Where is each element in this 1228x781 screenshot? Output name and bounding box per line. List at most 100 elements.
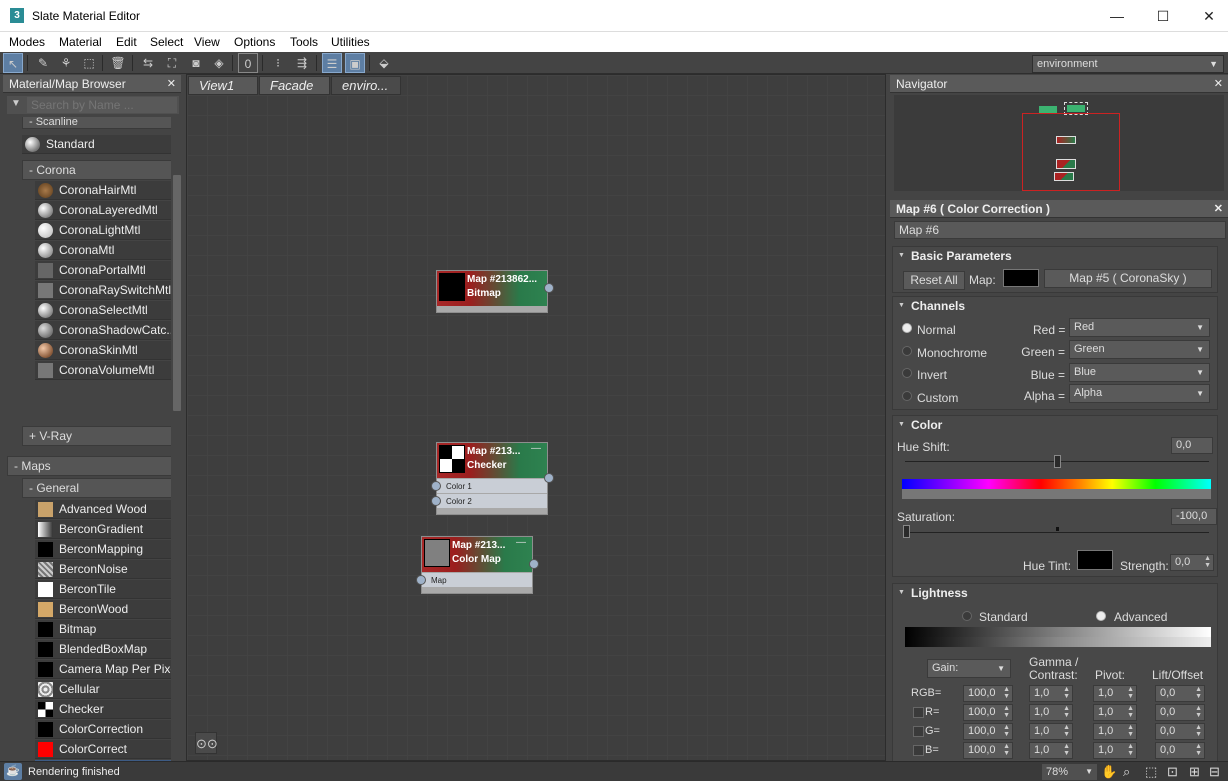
menu-tools[interactable]: Tools <box>290 35 318 49</box>
minimize-node-icon[interactable]: — <box>516 537 526 548</box>
list-item[interactable]: CoronaLightMtl <box>35 221 171 240</box>
list-item[interactable]: BerconGradient <box>35 520 171 539</box>
node-view-canvas[interactable]: View1 Facade enviro... Map #213862... Bi… <box>186 74 886 761</box>
spinner-icon[interactable]: ▲ ▼ <box>1063 724 1070 738</box>
select-tool-icon[interactable]: ↖ <box>3 53 23 73</box>
saturation-input[interactable]: -100,0 <box>1171 508 1217 525</box>
lightness-value-input[interactable]: 1,0 ▲ ▼ <box>1029 685 1073 702</box>
list-item[interactable]: CoronaPortalMtl <box>35 261 171 280</box>
close-button[interactable]: ✕ <box>1186 0 1228 32</box>
lightness-value-input[interactable]: 1,0 ▲ ▼ <box>1093 685 1137 702</box>
input-port[interactable] <box>416 575 426 585</box>
delete-icon[interactable]: 🗑 <box>108 53 128 73</box>
spinner-icon[interactable]: ▲ ▼ <box>1127 743 1134 757</box>
lightness-value-input[interactable]: 1,0 ▲ ▼ <box>1029 742 1073 759</box>
zoom-selected-icon[interactable]: ⊞ <box>1189 764 1200 780</box>
maximize-button[interactable]: ☐ <box>1140 0 1186 32</box>
green-channel-dropdown[interactable]: Green ▼ <box>1069 340 1210 359</box>
lightness-value-input[interactable]: 0,0 ▲ ▼ <box>1155 704 1205 721</box>
lightness-value-input[interactable]: 1,0 ▲ ▼ <box>1093 704 1137 721</box>
assign-material-icon[interactable]: ⬚ <box>79 53 99 73</box>
list-item[interactable]: ColorCorrection <box>35 720 171 739</box>
group-maps[interactable]: - Maps <box>7 456 171 476</box>
material-browser-toggle-icon[interactable]: ☰ <box>322 53 342 73</box>
menu-options[interactable]: Options <box>234 35 275 49</box>
alpha-channel-dropdown[interactable]: Alpha ▼ <box>1069 384 1210 403</box>
close-icon[interactable]: ✕ <box>1214 75 1223 93</box>
close-icon[interactable]: ✕ <box>167 75 176 93</box>
move-children-icon[interactable]: ⇆ <box>138 53 158 73</box>
tab-view1[interactable]: View1 <box>188 76 258 95</box>
list-item[interactable]: Cellular <box>35 680 171 699</box>
navigator-view[interactable] <box>894 95 1224 191</box>
fit-view-icon[interactable]: ⊟ <box>1209 764 1220 780</box>
list-item[interactable]: BerconWood <box>35 600 171 619</box>
spinner-icon[interactable]: ▲ ▼ <box>1063 743 1070 757</box>
lightness-value-input[interactable]: 0,0 ▲ ▼ <box>1155 742 1205 759</box>
list-item[interactable]: BerconMapping <box>35 540 171 559</box>
list-item[interactable]: CoronaVolumeMtl <box>35 361 171 380</box>
lightness-value-input[interactable]: 1,0 ▲ ▼ <box>1093 742 1137 759</box>
strength-input[interactable]: 0,0 ▲ ▼ <box>1170 554 1214 571</box>
list-item[interactable]: CoronaLayeredMtl <box>35 201 171 220</box>
list-item[interactable]: CoronaHairMtl <box>35 181 171 200</box>
tab-facade[interactable]: Facade <box>259 76 330 95</box>
browser-scrollbar[interactable] <box>173 175 181 411</box>
channel-checkbox[interactable] <box>913 726 924 737</box>
browser-list[interactable]: - Scanline Standard - Corona CoronaHairM… <box>3 117 171 761</box>
input-port[interactable] <box>431 481 441 491</box>
map-slot-button[interactable]: Map #5 ( CoronaSky ) <box>1044 269 1212 288</box>
node-header[interactable]: Map #213... Color Map — <box>422 537 532 572</box>
reset-all-button[interactable]: Reset All <box>903 271 965 290</box>
lightness-value-input[interactable]: 0,0 ▲ ▼ <box>1155 685 1205 702</box>
lightness-value-input[interactable]: 100,0 ▲ ▼ <box>963 704 1013 721</box>
spinner-icon[interactable]: ▲ ▼ <box>1003 705 1010 719</box>
list-item[interactable]: CoronaMtl <box>35 241 171 260</box>
spinner-icon[interactable]: ▲ ▼ <box>1127 705 1134 719</box>
list-item[interactable]: ColorCorrect <box>35 740 171 759</box>
color-swatch[interactable] <box>1003 269 1039 287</box>
pan-hand-icon[interactable]: ✋ <box>1101 764 1117 780</box>
input-port[interactable] <box>431 496 441 506</box>
output-port[interactable] <box>544 473 554 483</box>
group-vray[interactable]: + V-Ray <box>22 426 171 446</box>
channel-checkbox[interactable] <box>913 745 924 756</box>
list-item[interactable]: CoronaSelectMtl <box>35 301 171 320</box>
render-teapot-icon[interactable]: ☕ <box>4 763 22 780</box>
saturation-slider-thumb[interactable] <box>903 525 910 538</box>
parameter-editor-toggle-icon[interactable]: ▣ <box>345 53 365 73</box>
hide-unused-slots-icon[interactable]: ⛶ <box>162 53 182 73</box>
menu-select[interactable]: Select <box>150 35 183 49</box>
select-by-material-icon[interactable]: ⬙ <box>374 53 394 73</box>
list-item[interactable]: CoronaSkinMtl <box>35 341 171 360</box>
spinner-icon[interactable]: ▲ ▼ <box>1127 686 1134 700</box>
menu-edit[interactable]: Edit <box>116 35 137 49</box>
list-item[interactable]: Standard <box>22 135 171 154</box>
lightness-value-input[interactable]: 1,0 ▲ ▼ <box>1029 704 1073 721</box>
zoom-icon[interactable]: ⌕ <box>1123 764 1130 780</box>
spinner-icon[interactable]: ▲ ▼ <box>1127 724 1134 738</box>
menu-utilities[interactable]: Utilities <box>331 35 370 49</box>
lightness-value-input[interactable]: 0,0 ▲ ▼ <box>1155 723 1205 740</box>
hue-slider-thumb[interactable] <box>1054 455 1061 468</box>
node-checker[interactable]: Map #213... Checker — Color 1 Color 2 <box>431 442 554 515</box>
list-item[interactable]: Checker <box>35 700 171 719</box>
show-background-icon[interactable]: ◈ <box>209 53 229 73</box>
section-header[interactable]: Lightness <box>893 584 1217 602</box>
spinner-icon[interactable]: ▲ ▼ <box>1204 555 1211 569</box>
layout-children-icon[interactable]: ⇶ <box>292 53 312 73</box>
channel-checkbox[interactable] <box>913 707 924 718</box>
options-triangle-icon[interactable]: ▼ <box>11 98 21 109</box>
list-item[interactable]: Bitmap <box>35 620 171 639</box>
spinner-icon[interactable]: ▲ ▼ <box>1003 686 1010 700</box>
list-item[interactable]: CoronaRaySwitchMtl <box>35 281 171 300</box>
list-item[interactable]: Camera Map Per Pixel <box>35 660 171 679</box>
section-header[interactable]: Channels <box>893 297 1217 315</box>
menu-material[interactable]: Material <box>59 35 102 49</box>
section-header[interactable]: Color <box>893 416 1217 434</box>
group-scanline[interactable]: - Scanline <box>22 117 171 129</box>
zoom-dropdown[interactable]: 78% ▼ <box>1042 764 1097 780</box>
gain-dropdown[interactable]: Gain: ▼ <box>927 659 1011 678</box>
minimize-node-icon[interactable]: — <box>531 443 541 454</box>
spinner-icon[interactable]: ▲ ▼ <box>1195 705 1202 719</box>
